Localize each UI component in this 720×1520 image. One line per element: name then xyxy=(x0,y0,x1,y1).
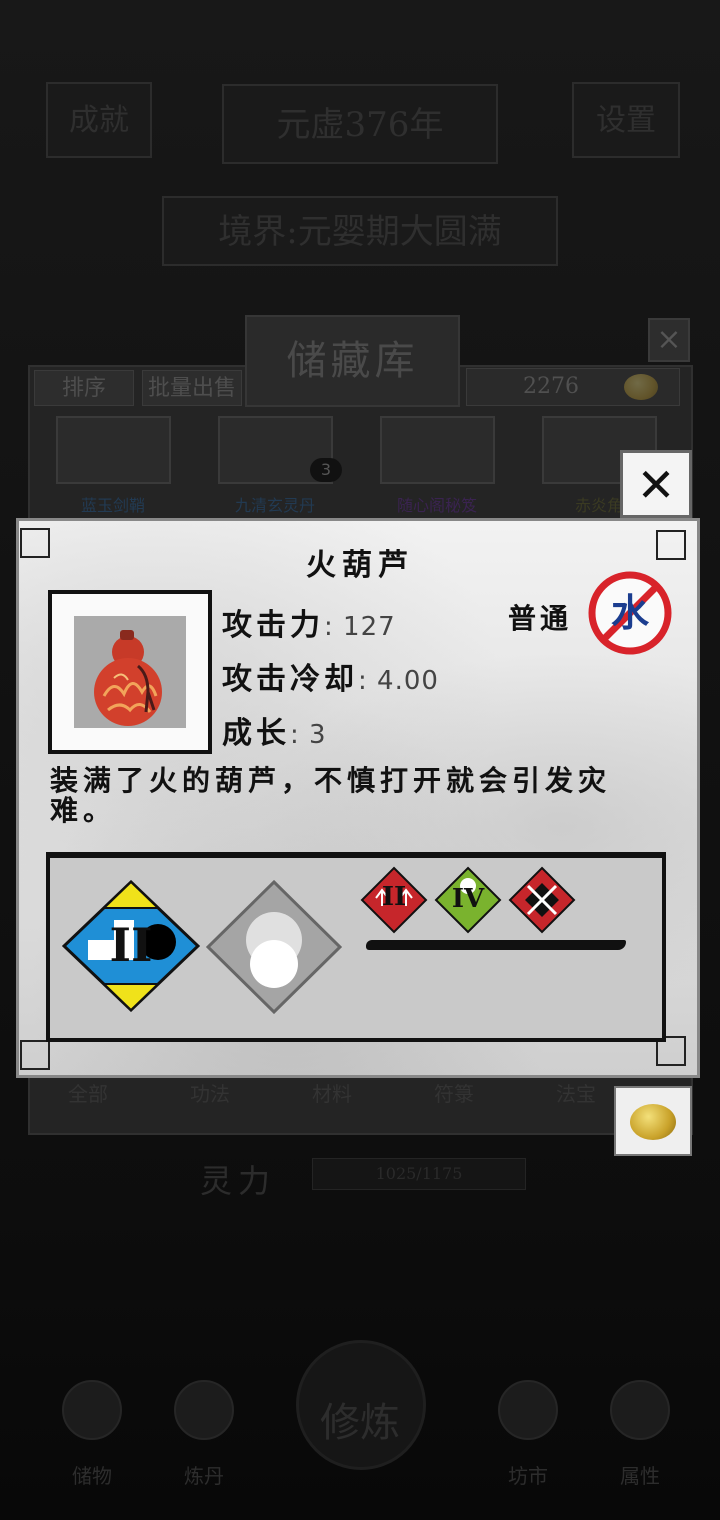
attack-stat: 攻击力: 127 xyxy=(222,600,396,644)
attack-label: 攻击力 xyxy=(222,608,324,643)
grade-label: 普通 xyxy=(508,602,573,635)
realm-banner: 境界:元婴期大圆满 xyxy=(162,196,558,266)
slot-label: 蓝玉剑鞘 xyxy=(80,496,145,515)
gold-shop-button[interactable] xyxy=(614,1086,692,1156)
close-icon: ✕ xyxy=(636,458,676,512)
storage-close-button[interactable]: × xyxy=(648,318,690,362)
item-description: 装满了火的葫芦，不慎打开就会引发灾难。 xyxy=(50,764,612,827)
nav-label: 储物 xyxy=(72,1464,112,1488)
dialog-close-button[interactable]: ✕ xyxy=(620,450,692,518)
realm-text: 境界:元婴期大圆满 xyxy=(218,212,502,252)
buff-badge-growth[interactable]: IV xyxy=(434,866,502,934)
attack-value: : 127 xyxy=(324,612,396,642)
slot-count-text: 3 xyxy=(320,460,332,479)
gold-coin-icon xyxy=(630,1104,676,1140)
gold-amount: 2276 xyxy=(523,374,579,399)
skill-level-numeral: II xyxy=(109,918,153,972)
growth-value: : 3 xyxy=(290,720,327,750)
bag-icon xyxy=(62,1380,122,1440)
yin-yang-icon xyxy=(610,1380,670,1440)
ink-divider xyxy=(366,940,626,950)
weakness-element: 水 xyxy=(610,590,649,635)
cooldown-stat: 攻击冷却: 4.00 xyxy=(222,654,439,698)
buff-numeral: II xyxy=(381,882,407,912)
growth-stat: 成长: 3 xyxy=(222,708,327,752)
slot-label: 随心阁秘笈 xyxy=(396,496,477,515)
nav-market[interactable]: 坊市 xyxy=(488,1380,568,1490)
nav-label: 修炼 xyxy=(320,1400,400,1446)
cauldron-icon xyxy=(174,1380,234,1440)
gold-coin-icon xyxy=(624,374,658,400)
nav-label: 属性 xyxy=(620,1464,660,1488)
settings-button[interactable]: 设置 xyxy=(572,82,680,158)
achievement-label: 成就 xyxy=(69,103,129,138)
growth-label: 成长 xyxy=(222,716,290,751)
power-label: 灵力 xyxy=(200,1162,277,1200)
crossed-swords-badge[interactable] xyxy=(508,866,576,934)
sort-button[interactable]: 排序 xyxy=(34,370,134,406)
slot-label: 九清玄灵丹 xyxy=(234,496,315,515)
nav-attributes[interactable]: 属性 xyxy=(600,1380,680,1490)
batch-sell-button[interactable]: 批量出售 xyxy=(142,370,242,406)
nav-cultivate[interactable]: 修炼 xyxy=(320,1390,400,1500)
storage-bottom-tabs: 全部 功法 材料 符箓 法宝 xyxy=(68,1078,628,1108)
dialog-corner xyxy=(20,1040,50,1070)
nav-alchemy[interactable]: 炼丹 xyxy=(164,1380,244,1490)
coins-stack-icon xyxy=(498,1380,558,1440)
item-portrait xyxy=(48,590,212,754)
nav-label: 炼丹 xyxy=(184,1464,224,1488)
tab-technique[interactable]: 功法 xyxy=(190,1078,286,1107)
nav-label: 坊市 xyxy=(508,1464,548,1488)
storage-slot[interactable] xyxy=(56,416,171,484)
nav-storage[interactable]: 储物 xyxy=(52,1380,132,1490)
slot-count-badge: 3 xyxy=(310,458,342,482)
power-bar: 1025/1175 xyxy=(312,1158,526,1190)
buff-badge-attack[interactable]: II xyxy=(360,866,428,934)
tab-all[interactable]: 全部 xyxy=(68,1078,164,1107)
tab-material[interactable]: 材料 xyxy=(312,1078,408,1107)
cooldown-value: : 4.00 xyxy=(358,666,439,696)
power-value: 1025/1175 xyxy=(375,1164,463,1183)
fire-gourd-icon xyxy=(94,630,162,726)
storage-slot[interactable] xyxy=(380,416,495,484)
storage-title: 储藏库 xyxy=(245,315,460,407)
portrait-frame xyxy=(74,616,186,728)
weakness-water-icon: 水 xyxy=(588,571,672,655)
skill-badge-main[interactable]: II xyxy=(61,879,201,1013)
tab-talisman[interactable]: 符箓 xyxy=(434,1078,530,1107)
skill-badge-secondary[interactable] xyxy=(205,879,343,1015)
year-text: 元虚376年 xyxy=(276,105,444,145)
tab-treasure[interactable]: 法宝 xyxy=(556,1078,616,1107)
cooldown-label: 攻击冷却 xyxy=(222,662,358,697)
achievement-button[interactable]: 成就 xyxy=(46,82,152,158)
buff-numeral: IV xyxy=(451,884,485,914)
settings-label: 设置 xyxy=(596,103,656,138)
year-banner: 元虚376年 xyxy=(222,84,498,164)
